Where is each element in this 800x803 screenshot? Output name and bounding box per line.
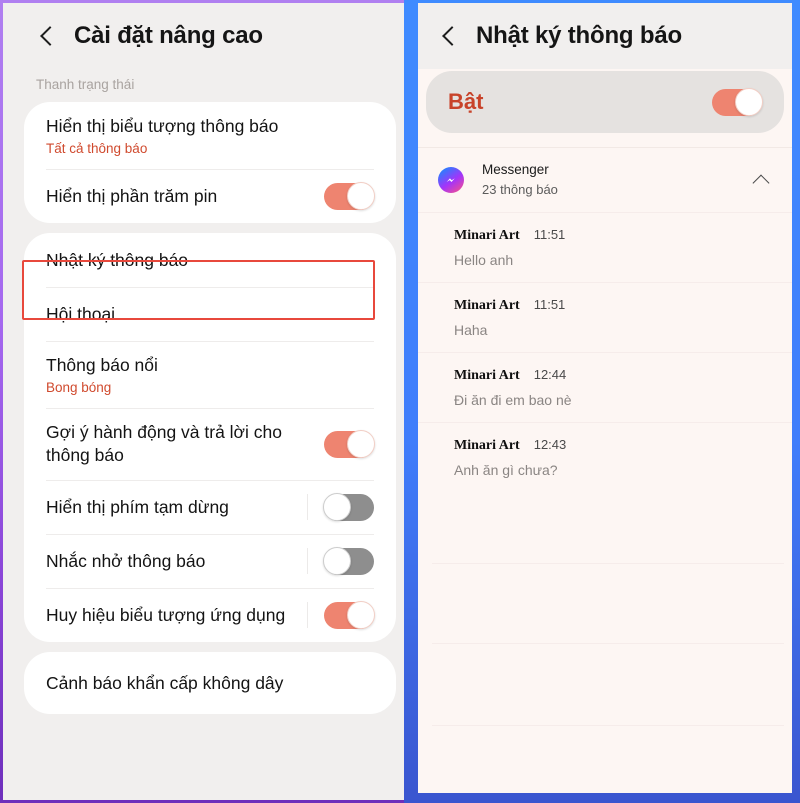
setting-subtitle: Tất cả thông báo xyxy=(46,141,148,157)
right-phone-frame: Nhật ký thông báo Bật Messenger 23 thông… xyxy=(404,0,800,803)
notification-time: 11:51 xyxy=(533,296,566,312)
chevron-up-icon[interactable] xyxy=(752,170,772,190)
left-phone-frame: Cài đặt nâng cao Thanh trạng thái Hiển t… xyxy=(0,0,404,803)
list-item[interactable]: Minari Art 12:44 Đi ăn đi em bao nè xyxy=(418,351,792,422)
toggle-knob xyxy=(323,546,351,575)
divider xyxy=(307,494,308,521)
back-chevron-icon[interactable] xyxy=(34,23,60,49)
setting-row-battery-percent[interactable]: Hiển thị phần trăm pin xyxy=(24,169,396,223)
notification-time: 12:44 xyxy=(533,366,567,382)
setting-title: Thông báo nổi xyxy=(46,355,158,376)
toggle-app-icon-badges[interactable] xyxy=(324,600,375,629)
back-chevron-icon[interactable] xyxy=(436,23,462,49)
toggle-knob xyxy=(347,181,375,210)
notification-sender: Minari Art xyxy=(454,367,520,383)
left-phone-screen: Cài đặt nâng cao Thanh trạng thái Hiển t… xyxy=(3,3,404,800)
setting-title: Gợi ý hành động và trả lời cho thông báo xyxy=(46,422,282,466)
toggle-suggested-actions[interactable] xyxy=(324,429,375,458)
page-title: Cài đặt nâng cao xyxy=(74,22,263,49)
setting-title: Hiển thị phần trăm pin xyxy=(46,185,218,206)
toggle-knob xyxy=(735,87,763,116)
right-header: Nhật ký thông báo xyxy=(418,3,792,69)
master-switch-row[interactable]: Bật xyxy=(426,71,784,133)
app-name: Messenger xyxy=(482,162,549,177)
notification-body: Đi ăn đi em bao nè xyxy=(454,391,572,408)
settings-card-emergency: Cảnh báo khẩn cấp không dây xyxy=(24,652,396,715)
dual-phone-screenshot: Cài đặt nâng cao Thanh trạng thái Hiển t… xyxy=(0,0,800,803)
setting-title: Nhật ký thông báo xyxy=(46,249,189,270)
toggle-knob xyxy=(347,600,375,629)
settings-card-notifications: Nhật ký thông báo Hội thoại Thông báo nổ… xyxy=(24,233,396,643)
setting-row-wireless-emergency-alerts[interactable]: Cảnh báo khẩn cấp không dây xyxy=(24,652,396,714)
setting-row-floating-notifications[interactable]: Thông báo nổi Bong bóng xyxy=(24,341,396,408)
right-phone-screen: Nhật ký thông báo Bật Messenger 23 thông… xyxy=(418,3,792,793)
notification-sender: Minari Art xyxy=(454,297,520,313)
setting-title: Hiển thị biểu tượng thông báo xyxy=(46,116,279,136)
notification-sender: Minari Art xyxy=(454,227,520,243)
setting-title: Hiển thị phím tạm dừng xyxy=(46,496,229,517)
setting-title: Cảnh báo khẩn cấp không dây xyxy=(46,672,284,693)
list-item[interactable]: Minari Art 11:51 Hello anh xyxy=(418,211,792,282)
setting-row-suggested-actions[interactable]: Gợi ý hành động và trả lời cho thông báo xyxy=(24,408,396,480)
notification-body: Anh ăn gì chưa? xyxy=(454,461,558,478)
toggle-knob xyxy=(347,429,375,458)
setting-title: Huy hiệu biểu tượng ứng dụng xyxy=(46,604,286,625)
page-title: Nhật ký thông báo xyxy=(476,22,682,49)
messenger-icon xyxy=(438,166,464,193)
setting-row-app-icon-badges[interactable]: Huy hiệu biểu tượng ứng dụng xyxy=(24,588,396,642)
master-switch-label: Bật xyxy=(448,89,484,114)
setting-row-notification-history[interactable]: Nhật ký thông báo xyxy=(24,233,396,287)
setting-row-snooze-button[interactable]: Hiển thị phím tạm dừng xyxy=(24,480,396,534)
setting-row-notification-icon[interactable]: Hiển thị biểu tượng thông báo Tất cả thô… xyxy=(24,102,396,169)
toggle-notification-reminder[interactable] xyxy=(323,546,374,575)
toggle-notification-history[interactable] xyxy=(712,87,763,116)
setting-row-conversations[interactable]: Hội thoại xyxy=(24,287,396,341)
divider xyxy=(307,602,308,629)
notification-time: 11:51 xyxy=(533,226,566,242)
toggle-snooze-button[interactable] xyxy=(323,492,374,521)
notification-list: Minari Art 11:51 Hello anh Minari Art 11… xyxy=(418,211,792,492)
toggle-battery-percent[interactable] xyxy=(324,181,375,210)
app-header-row[interactable]: Messenger 23 thông báo xyxy=(418,148,792,212)
section-label: Thanh trạng thái xyxy=(36,77,135,92)
notification-sender: Minari Art xyxy=(454,437,520,453)
left-header: Cài đặt nâng cao xyxy=(16,3,404,69)
notification-body: Hello anh xyxy=(454,251,514,268)
app-notification-count: 23 thông báo xyxy=(482,182,558,198)
setting-title: Nhắc nhở thông báo xyxy=(46,550,206,571)
app-group-messenger: Messenger 23 thông báo Minari Art 11:51 … xyxy=(418,147,792,492)
list-item[interactable]: Minari Art 11:51 Haha xyxy=(418,281,792,352)
notification-body: Haha xyxy=(454,321,488,338)
setting-subtitle: Bong bóng xyxy=(46,380,112,396)
notification-list-continued xyxy=(432,563,784,783)
toggle-knob xyxy=(323,492,351,521)
notification-time: 12:43 xyxy=(533,436,567,452)
setting-title: Hội thoại xyxy=(46,303,116,324)
list-item[interactable]: Minari Art 12:43 Anh ăn gì chưa? xyxy=(418,421,792,492)
divider xyxy=(307,548,308,575)
settings-card-status-bar: Hiển thị biểu tượng thông báo Tất cả thô… xyxy=(24,102,396,224)
setting-row-notification-reminder[interactable]: Nhắc nhở thông báo xyxy=(24,534,396,588)
